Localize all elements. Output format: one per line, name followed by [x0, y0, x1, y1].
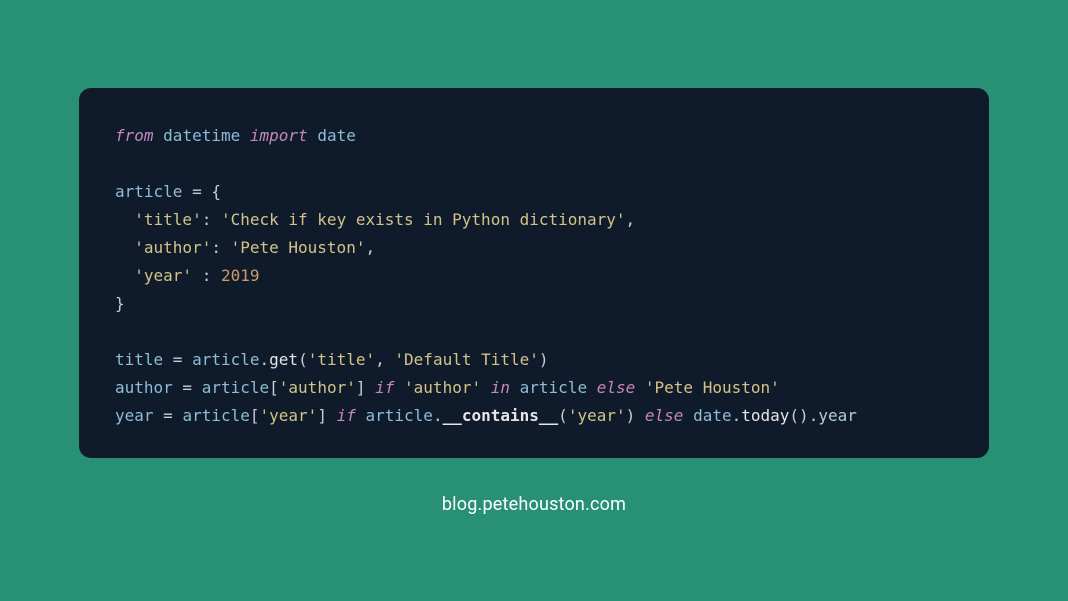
- line: year = article['year'] if article.__cont…: [115, 406, 857, 425]
- rbracket: ]: [317, 406, 327, 425]
- colon: :: [202, 210, 221, 229]
- lparen: (: [558, 406, 568, 425]
- dict-key: 'year': [134, 266, 192, 285]
- dict-key: 'author': [134, 238, 211, 257]
- dict-val: 'Pete Houston': [231, 238, 366, 257]
- brace: {: [211, 182, 221, 201]
- line: }: [115, 294, 125, 313]
- sp: [365, 378, 375, 397]
- var: title: [115, 350, 163, 369]
- kw-if: if: [337, 406, 356, 425]
- obj: article: [182, 406, 249, 425]
- var: author: [115, 378, 173, 397]
- line: author = article['author'] if 'author' i…: [115, 378, 780, 397]
- indent: [115, 238, 134, 257]
- alt: 'Pete Houston': [645, 378, 780, 397]
- dunder: __contains__: [443, 406, 559, 425]
- obj: article: [366, 406, 433, 425]
- method: today: [741, 406, 789, 425]
- dot: .: [260, 350, 270, 369]
- kw-if: if: [375, 378, 394, 397]
- lbracket: [: [269, 378, 279, 397]
- sp: [635, 406, 645, 425]
- cond: 'author': [404, 378, 481, 397]
- sp: [510, 378, 520, 397]
- arg: 'title': [308, 350, 375, 369]
- sp: [481, 378, 491, 397]
- indent: [115, 266, 134, 285]
- line: article = {: [115, 182, 221, 201]
- dict-val: 2019: [221, 266, 260, 285]
- colon: :: [192, 266, 221, 285]
- lparen: (: [789, 406, 799, 425]
- code-block: from datetime import date article = { 't…: [79, 88, 989, 458]
- kw-import: import: [250, 126, 308, 145]
- sp: [327, 406, 337, 425]
- obj: date: [693, 406, 732, 425]
- brace: }: [115, 294, 125, 313]
- method: get: [269, 350, 298, 369]
- line: title = article.get('title', 'Default Ti…: [115, 350, 549, 369]
- comma: ,: [365, 238, 375, 257]
- obj: article: [520, 378, 587, 397]
- obj: article: [192, 350, 259, 369]
- key: 'author': [279, 378, 356, 397]
- arg: 'Default Title': [394, 350, 539, 369]
- lbracket: [: [250, 406, 260, 425]
- attr: year: [818, 406, 857, 425]
- import-name: date: [317, 126, 356, 145]
- arg: 'year': [568, 406, 626, 425]
- obj: article: [202, 378, 269, 397]
- attribution: blog.petehouston.com: [442, 494, 626, 515]
- module: datetime: [163, 126, 240, 145]
- dict-val: 'Check if key exists in Python dictionar…: [221, 210, 626, 229]
- sp: [356, 406, 366, 425]
- rparen: ): [799, 406, 809, 425]
- lparen: (: [298, 350, 308, 369]
- sp: [394, 378, 404, 397]
- eq: =: [173, 378, 202, 397]
- line: 'title': 'Check if key exists in Python …: [115, 210, 635, 229]
- dot: .: [433, 406, 443, 425]
- dot: .: [732, 406, 742, 425]
- kw-in: in: [491, 378, 510, 397]
- eq: =: [163, 350, 192, 369]
- kw-else: else: [645, 406, 684, 425]
- kw-from: from: [115, 126, 154, 145]
- comma: ,: [375, 350, 394, 369]
- eq: =: [154, 406, 183, 425]
- line: 'author': 'Pete Houston',: [115, 238, 375, 257]
- sp: [587, 378, 597, 397]
- key: 'year': [260, 406, 318, 425]
- rparen: ): [539, 350, 549, 369]
- eq: =: [182, 182, 211, 201]
- line: 'year' : 2019: [115, 266, 260, 285]
- colon: :: [211, 238, 230, 257]
- var: article: [115, 182, 182, 201]
- comma: ,: [626, 210, 636, 229]
- rparen: ): [626, 406, 636, 425]
- sp: [635, 378, 645, 397]
- sp: [683, 406, 693, 425]
- var: year: [115, 406, 154, 425]
- indent: [115, 210, 134, 229]
- dict-key: 'title': [134, 210, 201, 229]
- dot: .: [809, 406, 819, 425]
- kw-else: else: [597, 378, 636, 397]
- line: from datetime import date: [115, 126, 356, 145]
